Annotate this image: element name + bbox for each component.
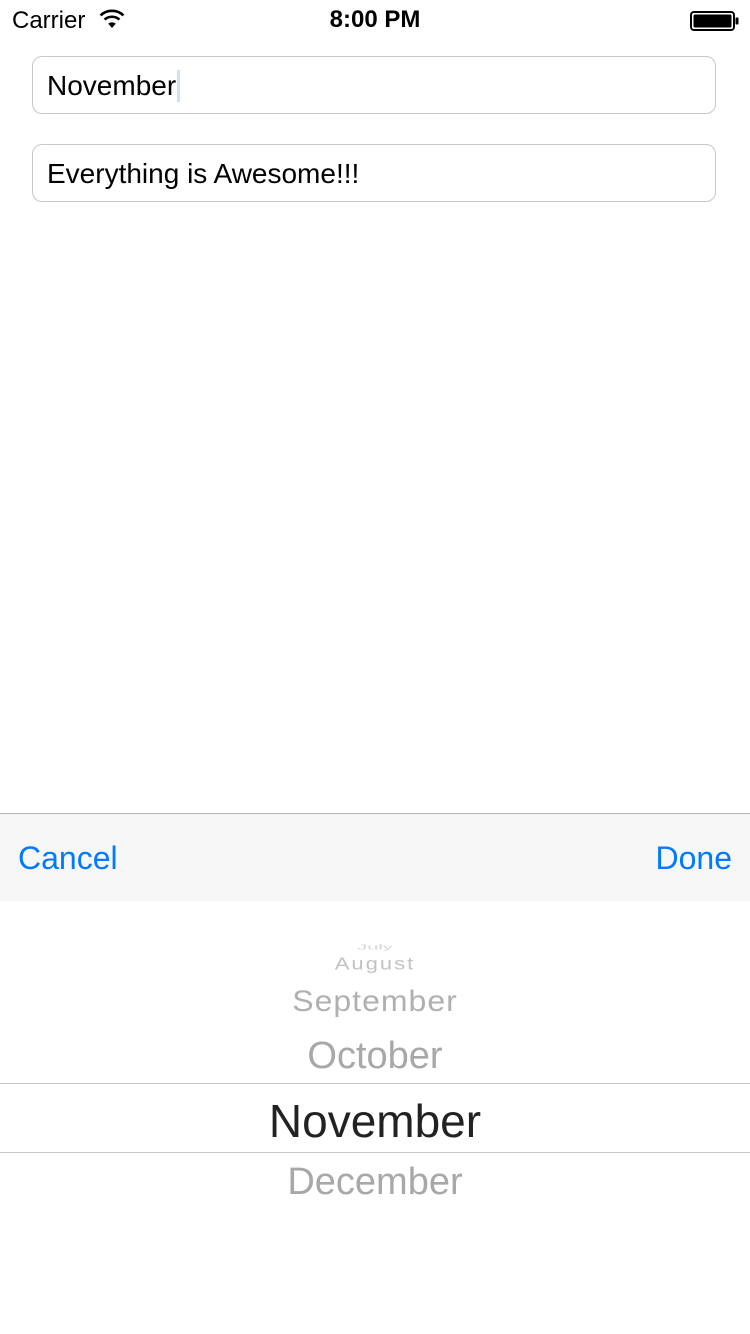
picker-row-december[interactable]: December [0,1161,750,1204]
status-bar: Carrier 8:00 PM [0,0,750,40]
month-field-value: November [47,70,177,101]
message-field-value: Everything is Awesome!!! [47,158,360,189]
picker-row-july[interactable]: July [0,944,750,951]
status-time: 8:00 PM [329,6,421,33]
battery-icon [690,11,739,31]
month-picker[interactable]: July August September October November D… [0,901,750,1334]
picker-toolbar: Cancel Done [0,813,750,901]
cancel-button[interactable]: Cancel [18,814,118,902]
selection-indicator-bottom [0,1152,750,1153]
picker-row-august[interactable]: August [0,954,750,975]
done-button[interactable]: Done [656,814,733,902]
picker-row-september[interactable]: September [0,984,750,1018]
selection-indicator-top [0,1083,750,1084]
message-field[interactable]: Everything is Awesome!!! [32,144,716,202]
picker-row-october[interactable]: October [0,1035,750,1078]
picker-row-november-selected[interactable]: November [0,1094,750,1148]
screen: Carrier 8:00 PM November Everything is A… [0,0,750,1334]
month-field[interactable]: November [32,56,716,114]
text-cursor [177,69,181,102]
